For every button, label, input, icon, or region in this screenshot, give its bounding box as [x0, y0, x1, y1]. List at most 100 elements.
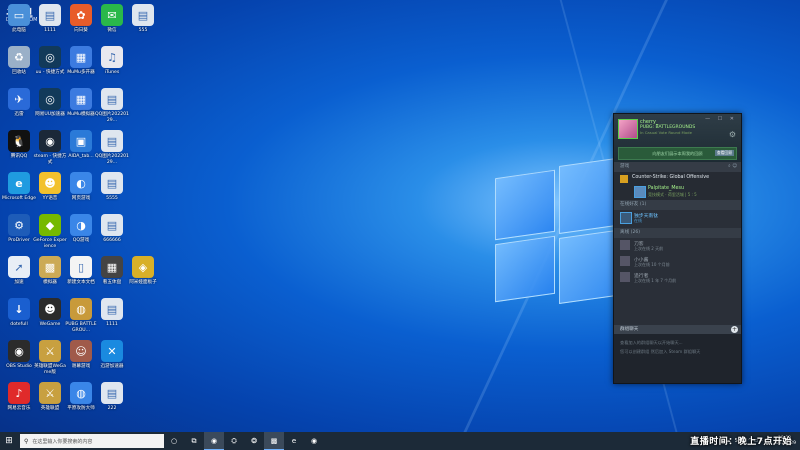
start-button[interactable]: ⊞	[0, 432, 18, 450]
desktop-icon[interactable]: ◉ steam - 快捷方式	[33, 130, 67, 165]
desktop-icon-label: 模拟器	[43, 280, 57, 285]
desktop-icon[interactable]: ◎ 网易UU加速器	[33, 88, 67, 118]
desktop-icon[interactable]: ♪ 网易云音乐	[2, 382, 36, 412]
taskbar-app-icon[interactable]: ⛭	[224, 432, 244, 450]
app-icon: ◉	[39, 130, 61, 152]
desktop-icon[interactable]: ◈ 阿米娅面板子	[126, 256, 160, 286]
search-placeholder: 在这里输入你要搜索的内容	[32, 438, 93, 445]
desktop-icon[interactable]: ♻ 回收站	[2, 46, 36, 76]
desktop-icon[interactable]: ➚ 加速	[2, 256, 36, 286]
desktop-icon[interactable]: ☺ 谢幕游戏	[64, 340, 98, 370]
add-chat-icon[interactable]: +	[731, 326, 738, 333]
desktop-icon-label: 英雄联盟	[40, 406, 60, 411]
desktop-icon[interactable]: ▭ 此电脑	[2, 4, 36, 34]
app-icon: ⚔	[39, 382, 61, 404]
app-icon: ♪	[8, 382, 30, 404]
desktop-icon[interactable]: ↓ dotefull	[2, 298, 36, 328]
steam-friends-window[interactable]: cherry_ PUBG: BATTLEGROUNDS In Casual Vo…	[613, 113, 742, 384]
desktop-icon[interactable]: ⚙ ProDriver	[2, 214, 36, 244]
friend-row[interactable]: 小小酱 上次在线 10 个月前	[614, 254, 741, 270]
app-icon: ▤	[132, 4, 154, 26]
desktop-icon[interactable]: ✉ 微信	[95, 4, 129, 34]
taskbar-app-icon[interactable]: ⧉	[184, 432, 204, 450]
desktop-icon[interactable]: ▦ MuMu多开器	[64, 46, 98, 76]
friend-row[interactable]: 独步天南钛 在线	[614, 210, 741, 228]
desktop-icon-label: 网易云音乐	[7, 406, 31, 411]
add-friend-icon[interactable]: ⌕ ☺	[728, 162, 737, 172]
desktop-icon[interactable]: ☻ YY语音	[33, 172, 67, 202]
group-game-title: Counter-Strike: Global Offensive	[632, 175, 710, 180]
desktop-icon[interactable]: ▤ 1111	[33, 4, 67, 34]
desktop-icon[interactable]: ⚔ 英雄联盟	[33, 382, 67, 412]
app-icon: ◑	[70, 214, 92, 236]
app-icon: ⚔	[39, 340, 61, 362]
desktop-icon-label: QQ游戏	[72, 238, 90, 243]
app-icon: ▦	[101, 256, 123, 278]
desktop-icon[interactable]: ▦ MuMu模拟器	[64, 88, 98, 118]
desktop-icon[interactable]: ▩ 模拟器	[33, 256, 67, 286]
group-member-status: 竞技模式 · 荷里活城 | 5 : 5	[648, 192, 697, 197]
csgo-icon	[620, 175, 628, 183]
taskbar-app-icon[interactable]: ▩	[264, 432, 284, 450]
taskbar-app-icon[interactable]: ○	[164, 432, 184, 450]
desktop-icon[interactable]: ✈ 迅雷	[2, 88, 36, 118]
recap-button[interactable]: 查看回顾	[714, 150, 734, 156]
desktop-icon[interactable]: ▯ 新建文本文档	[64, 256, 98, 286]
avatar	[634, 186, 646, 198]
taskbar-app-icon[interactable]: e	[284, 432, 304, 450]
section-online[interactable]: 在线好友 (1)	[614, 200, 741, 210]
desktop-icon[interactable]: ◍ 平原攻防大师	[64, 382, 98, 412]
avatar[interactable]	[618, 119, 638, 139]
desktop-icon[interactable]: ☻ WeGame	[33, 298, 67, 328]
desktop-icon[interactable]: ◎ uu - 快捷方式	[33, 46, 67, 76]
desktop-icon[interactable]: ▣ AIDA_tab...	[64, 130, 98, 160]
app-icon: ◉	[8, 340, 30, 362]
desktop-icon[interactable]: ✿ 向日葵	[64, 4, 98, 34]
friend-row[interactable]: 刀客 上次在线 2 天前	[614, 238, 741, 254]
section-game[interactable]: 游戏 ⌕ ☺	[614, 162, 741, 172]
taskbar-app-icon[interactable]: ◉	[304, 432, 324, 450]
desktop-icon[interactable]: ▦ 看五体盘	[95, 256, 129, 286]
chat-header[interactable]: 群组聊天 +	[614, 325, 741, 334]
desktop-icon[interactable]: 🐧 腾讯QQ	[2, 130, 36, 160]
group-member-name[interactable]: Palpitate_Mesu	[648, 186, 684, 191]
window-controls[interactable]: — ☐ ✕	[705, 116, 737, 122]
section-offline[interactable]: 离线 (26)	[614, 228, 741, 238]
taskbar-app-icon[interactable]: ◉	[204, 432, 224, 450]
desktop-icon[interactable]: e Microsoft Edge	[2, 172, 36, 202]
desktop-icon[interactable]: ▤ QQ图片20220129...	[95, 130, 129, 165]
desktop-icon-label: AIDA_tab...	[68, 154, 94, 159]
desktop-icon-label: 向日葵	[74, 28, 88, 33]
desktop-icon[interactable]: ▤ QQ图片20220129...	[95, 88, 129, 123]
steam-game-mode: In Casual Vote Round Mode	[640, 130, 692, 135]
desktop-icon-label: 555	[138, 28, 148, 33]
desktop-icon[interactable]: ▤ 666666	[95, 214, 129, 244]
taskbar-app-icon[interactable]: ❂	[244, 432, 264, 450]
desktop-icon[interactable]: ✕ 迅游加速器	[95, 340, 129, 370]
desktop-icon[interactable]: ◍ PUBG BATTLEGROU...	[64, 298, 98, 333]
desktop-icon[interactable]: ⚔ 英雄联盟WeGame版	[33, 340, 67, 375]
desktop-icon-label: 加速	[14, 280, 24, 285]
desktop-icon-label: PUBG BATTLEGROU...	[65, 322, 97, 333]
desktop-icon[interactable]: ◆ GeForce Experience	[33, 214, 67, 249]
desktop-icon[interactable]: ▤ 5555	[95, 172, 129, 202]
avatar	[620, 240, 630, 250]
friend-status: 上次在线 10 个月前	[634, 262, 670, 267]
app-icon: ▦	[70, 88, 92, 110]
desktop-icon[interactable]: ▤ 1111	[95, 298, 129, 328]
gear-icon[interactable]: ⚙	[729, 130, 736, 139]
search-input[interactable]: ⚲ 在这里输入你要搜索的内容	[20, 434, 164, 448]
app-icon: ◐	[70, 172, 92, 194]
game-group[interactable]: Counter-Strike: Global Offensive Palpita…	[614, 172, 741, 200]
app-icon: ↓	[8, 298, 30, 320]
desktop-icon-label: 英雄联盟WeGame版	[34, 364, 66, 375]
desktop-icon[interactable]: ◉ OBS Studio	[2, 340, 36, 370]
desktop-icon[interactable]: ◑ QQ游戏	[64, 214, 98, 244]
desktop-icon[interactable]: ▤ 222	[95, 382, 129, 412]
group-chat-panel[interactable]: 群组聊天 + 查看加入的群组聊天以开始聊天... 您可以创建群组 然后加入 St…	[614, 325, 741, 383]
recap-banner[interactable]: 向朋友们展示本周我的回顾 查看回顾	[618, 147, 737, 160]
desktop-icon[interactable]: ◐ 网页游戏	[64, 172, 98, 202]
friend-row[interactable]: 追行者 上次在线 1 年 7 个月前	[614, 270, 741, 286]
desktop-icon[interactable]: ▤ 555	[126, 4, 160, 34]
desktop-icon[interactable]: ♫ iTunes	[95, 46, 129, 76]
